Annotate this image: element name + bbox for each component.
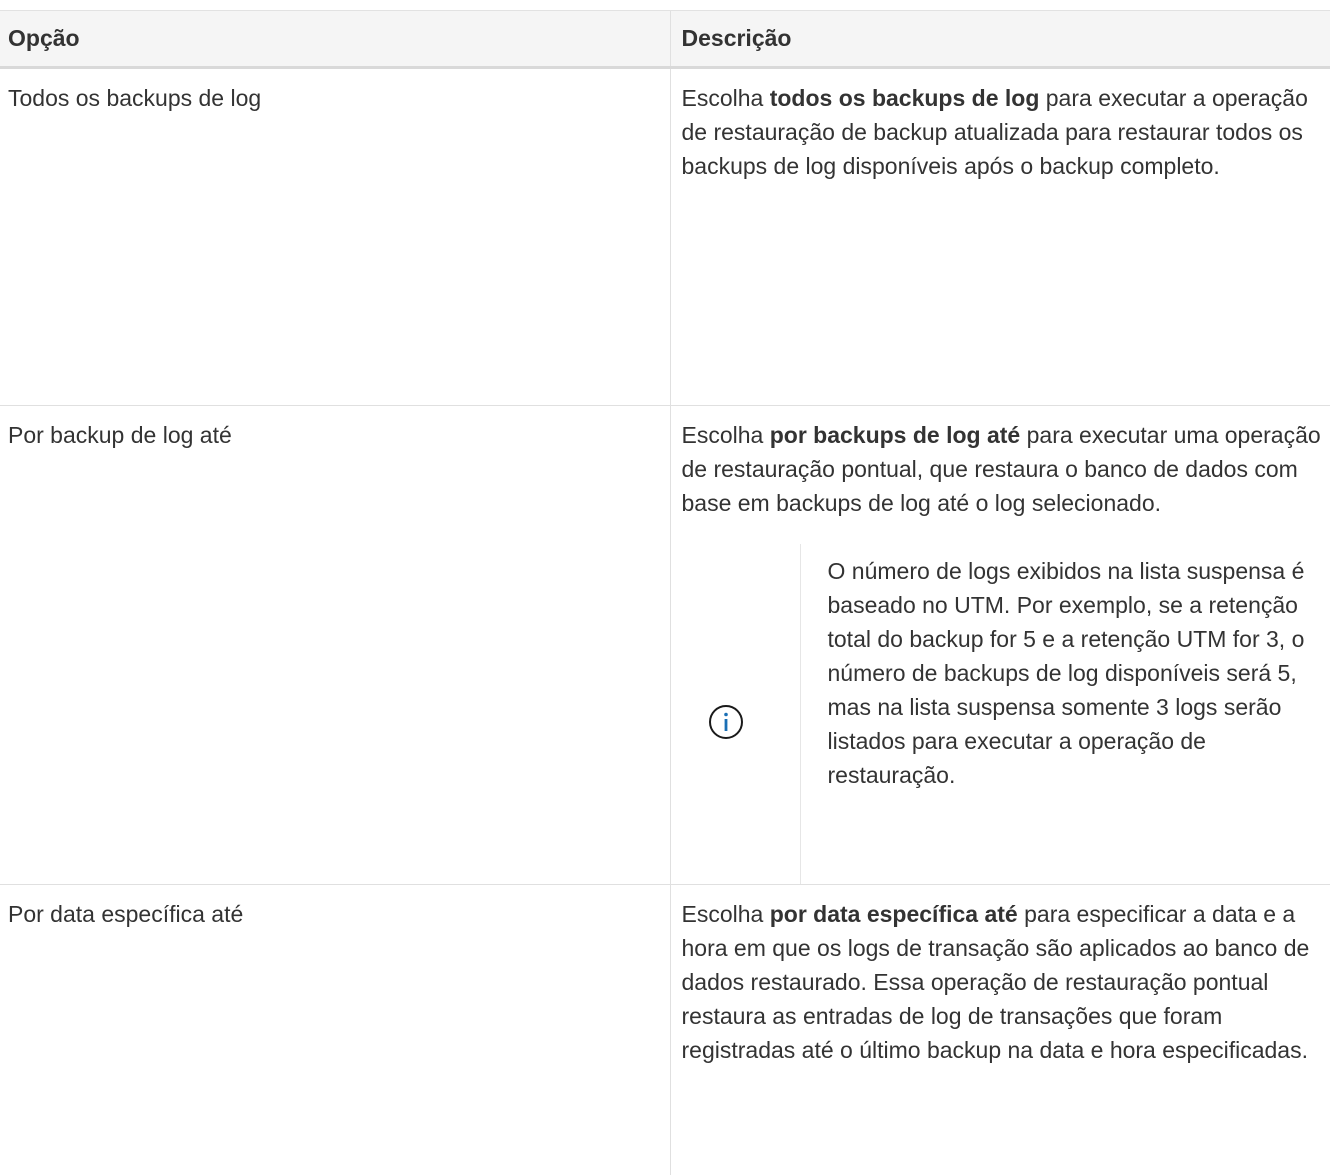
description-prefix: Escolha: [682, 85, 770, 111]
table-row: Por backup de log até Escolha por backup…: [0, 406, 1330, 885]
note-divider: [800, 544, 801, 884]
description-cell: Escolha todos os backups de log para exe…: [670, 68, 1330, 406]
description-prefix: Escolha: [682, 422, 770, 448]
header-row: Opção Descrição: [0, 11, 1330, 68]
description-text: Escolha todos os backups de log para exe…: [682, 81, 1330, 183]
options-table: Opção Descrição Todos os backups de log …: [0, 10, 1330, 1175]
table-header: Opção Descrição: [0, 11, 1330, 68]
description-text: Escolha por backups de log até para exec…: [682, 418, 1330, 520]
table-row: Todos os backups de log Escolha todos os…: [0, 68, 1330, 406]
description-bold: por backups de log até: [770, 422, 1021, 448]
description-prefix: Escolha: [682, 901, 770, 927]
info-note: O número de logs exibidos na lista suspe…: [682, 544, 1330, 884]
info-circle-icon: [708, 704, 744, 740]
option-cell: Por data específica até: [0, 885, 670, 1175]
option-cell: Todos os backups de log: [0, 68, 670, 406]
header-description: Descrição: [670, 11, 1330, 68]
description-text: Escolha por data específica até para esp…: [682, 897, 1330, 1067]
description-bold: por data específica até: [770, 901, 1018, 927]
description-bold: todos os backups de log: [770, 85, 1040, 111]
header-option: Opção: [0, 11, 670, 68]
note-text: O número de logs exibidos na lista suspe…: [828, 554, 1308, 792]
description-cell: Escolha por backups de log até para exec…: [670, 406, 1330, 885]
table-row: Por data específica até Escolha por data…: [0, 885, 1330, 1175]
description-cell: Escolha por data específica até para esp…: [670, 885, 1330, 1175]
option-cell: Por backup de log até: [0, 406, 670, 885]
